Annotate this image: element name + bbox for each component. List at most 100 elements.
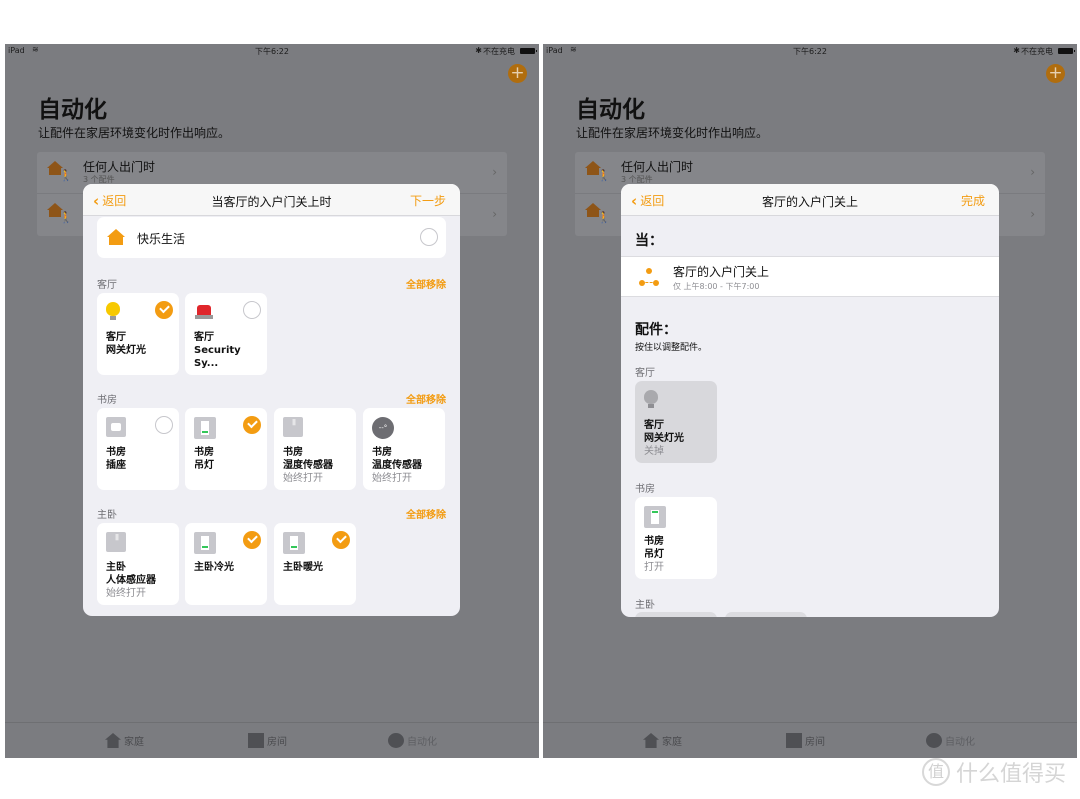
rooms-icon: [248, 733, 264, 748]
tab-label: 家庭: [124, 737, 144, 748]
accessory-room: 书房: [372, 447, 392, 458]
motion-sensor-icon: [106, 532, 126, 552]
modal-header: ‹ 返回 当客厅的入户门关上时 下一步: [83, 184, 460, 216]
accessory-label: 书房 吊灯 打开: [644, 535, 664, 574]
left-screen: iPad ≋ 下午6:22 ✱ 不在充电 + 自动化 让配件在家居环境变化时作出…: [5, 44, 539, 758]
remove-all-button[interactable]: 全部移除: [406, 276, 446, 291]
accessory-room: 客厅: [194, 332, 214, 343]
light-switch-icon: [194, 417, 216, 439]
person-icon: 🚶: [597, 169, 611, 182]
add-automation-button[interactable]: +: [1046, 64, 1065, 83]
chevron-right-icon: ›: [1030, 165, 1035, 179]
checked-icon[interactable]: [155, 301, 173, 319]
modal-title: 客厅的入户门关上: [761, 195, 858, 209]
light-switch-icon: [194, 532, 216, 554]
accessory-room: 书房: [194, 447, 214, 458]
tab-bar: 家庭 房间 自动化: [5, 722, 539, 758]
accessory-room: 客厅: [106, 332, 126, 343]
tab-home[interactable]: 家庭: [105, 733, 144, 748]
accessory-label: 书房 湿度传感器 始终打开: [283, 446, 333, 485]
right-screen: iPad ≋ 下午6:22 ✱ 不在充电 + 自动化 让配件在家居环境变化时作出…: [543, 44, 1077, 758]
accessory-name: 插座: [106, 460, 126, 471]
automation-title: 任何人出门时: [621, 160, 694, 174]
tab-label: 房间: [267, 737, 287, 748]
chevron-right-icon: ›: [492, 207, 497, 221]
home-icon: [105, 733, 121, 748]
add-automation-button[interactable]: +: [508, 64, 527, 83]
remove-all-button[interactable]: 全部移除: [406, 391, 446, 406]
accessory-tile-partial[interactable]: [725, 612, 807, 617]
accessory-room: 书房: [106, 447, 126, 458]
battery-icon: [520, 48, 537, 54]
page-title: 自动化: [38, 97, 107, 123]
accessory-label: 主卧暖光: [283, 561, 323, 574]
page-title: 自动化: [576, 97, 645, 123]
accessory-tile[interactable]: 书房 插座: [97, 408, 179, 490]
automation-icon: [388, 733, 404, 748]
status-time: 下午6:22: [255, 47, 289, 56]
checked-icon[interactable]: [332, 531, 350, 549]
tab-label: 自动化: [945, 737, 975, 748]
person-icon: 🚶: [59, 169, 73, 182]
home-icon: [643, 733, 659, 748]
tab-automation[interactable]: 自动化: [926, 733, 975, 748]
lightbulb-icon: [106, 302, 120, 322]
checked-icon[interactable]: [243, 416, 261, 434]
accessory-name: 主卧冷光: [194, 562, 234, 573]
accessory-tile-partial[interactable]: [635, 612, 717, 617]
accessory-tile[interactable]: 客厅 网关灯光 关掉: [635, 381, 717, 463]
accessory-name: 湿度传感器: [283, 460, 333, 471]
accessory-name: 人体感应器: [106, 575, 156, 586]
accessory-label: 书房 温度传感器 始终打开: [372, 446, 422, 485]
accessory-label: 书房 吊灯: [194, 446, 214, 472]
tab-rooms[interactable]: 房间: [248, 733, 287, 748]
home-icon: [107, 229, 125, 245]
person-icon: 🚶: [597, 211, 611, 224]
outlet-icon: [106, 417, 126, 437]
trigger-schedule: 仅 上午8:00 - 下午7:00: [673, 282, 760, 291]
trigger-row[interactable]: 客厅的入户门关上 仅 上午8:00 - 下午7:00: [621, 256, 999, 297]
humidity-sensor-icon: [283, 417, 303, 437]
next-button[interactable]: 下一步: [410, 192, 446, 209]
selection-radio[interactable]: [155, 416, 173, 434]
accessory-name: 主卧暖光: [283, 562, 323, 573]
bluetooth-icon: ✱: [475, 46, 482, 55]
accessory-tile[interactable]: 主卧人体感应器始终打开: [97, 523, 179, 605]
bluetooth-icon: ✱: [1013, 46, 1020, 55]
section-label-study: 书房: [635, 484, 655, 495]
modal-header: ‹ 返回 客厅的入户门关上 完成: [621, 184, 999, 216]
selection-radio[interactable]: [243, 301, 261, 319]
chevron-right-icon: ›: [1030, 207, 1035, 221]
accessory-tile[interactable]: 书房 吊灯 打开: [635, 497, 717, 579]
accessory-name: 吊灯: [194, 460, 214, 471]
chevron-right-icon: ›: [492, 165, 497, 179]
trigger-title: 客厅的入户门关上: [673, 265, 770, 279]
watermark: 值 什么值得买: [921, 756, 1066, 788]
tab-label: 自动化: [407, 737, 437, 748]
selection-radio[interactable]: [420, 228, 438, 246]
accessory-tile[interactable]: 主卧暖光: [274, 523, 356, 605]
accessory-name: Security Sy...: [194, 345, 241, 369]
accessory-tile[interactable]: --° 书房 温度传感器 始终打开: [363, 408, 445, 490]
accessory-state: 打开: [644, 562, 664, 573]
remove-all-button[interactable]: 全部移除: [406, 506, 446, 521]
page-subtitle: 让配件在家居环境变化时作出响应。: [38, 126, 231, 140]
tab-automation[interactable]: 自动化: [388, 733, 437, 748]
accessory-tile[interactable]: 客厅 Security Sy...: [185, 293, 267, 375]
battery-icon: [1058, 48, 1075, 54]
rooms-icon: [786, 733, 802, 748]
accessory-tile[interactable]: 书房湿度传感器始终打开: [274, 408, 356, 490]
when-heading: 当：: [635, 233, 663, 249]
checked-icon[interactable]: [243, 531, 261, 549]
accessory-name: 吊灯: [644, 549, 664, 560]
accessory-tile[interactable]: 主卧冷光: [185, 523, 267, 605]
tab-rooms[interactable]: 房间: [786, 733, 825, 748]
tab-home[interactable]: 家庭: [643, 733, 682, 748]
accessory-tile[interactable]: 客厅 网关灯光: [97, 293, 179, 375]
home-scene-card[interactable]: 快乐生活: [97, 217, 446, 258]
done-button[interactable]: 完成: [961, 192, 985, 209]
accessory-label: 客厅 网关灯光 关掉: [644, 419, 684, 458]
charging-status: 不在充电: [1021, 47, 1053, 56]
accessory-tile[interactable]: 书房 吊灯: [185, 408, 267, 490]
automation-title: 任何人出门时: [83, 160, 156, 174]
